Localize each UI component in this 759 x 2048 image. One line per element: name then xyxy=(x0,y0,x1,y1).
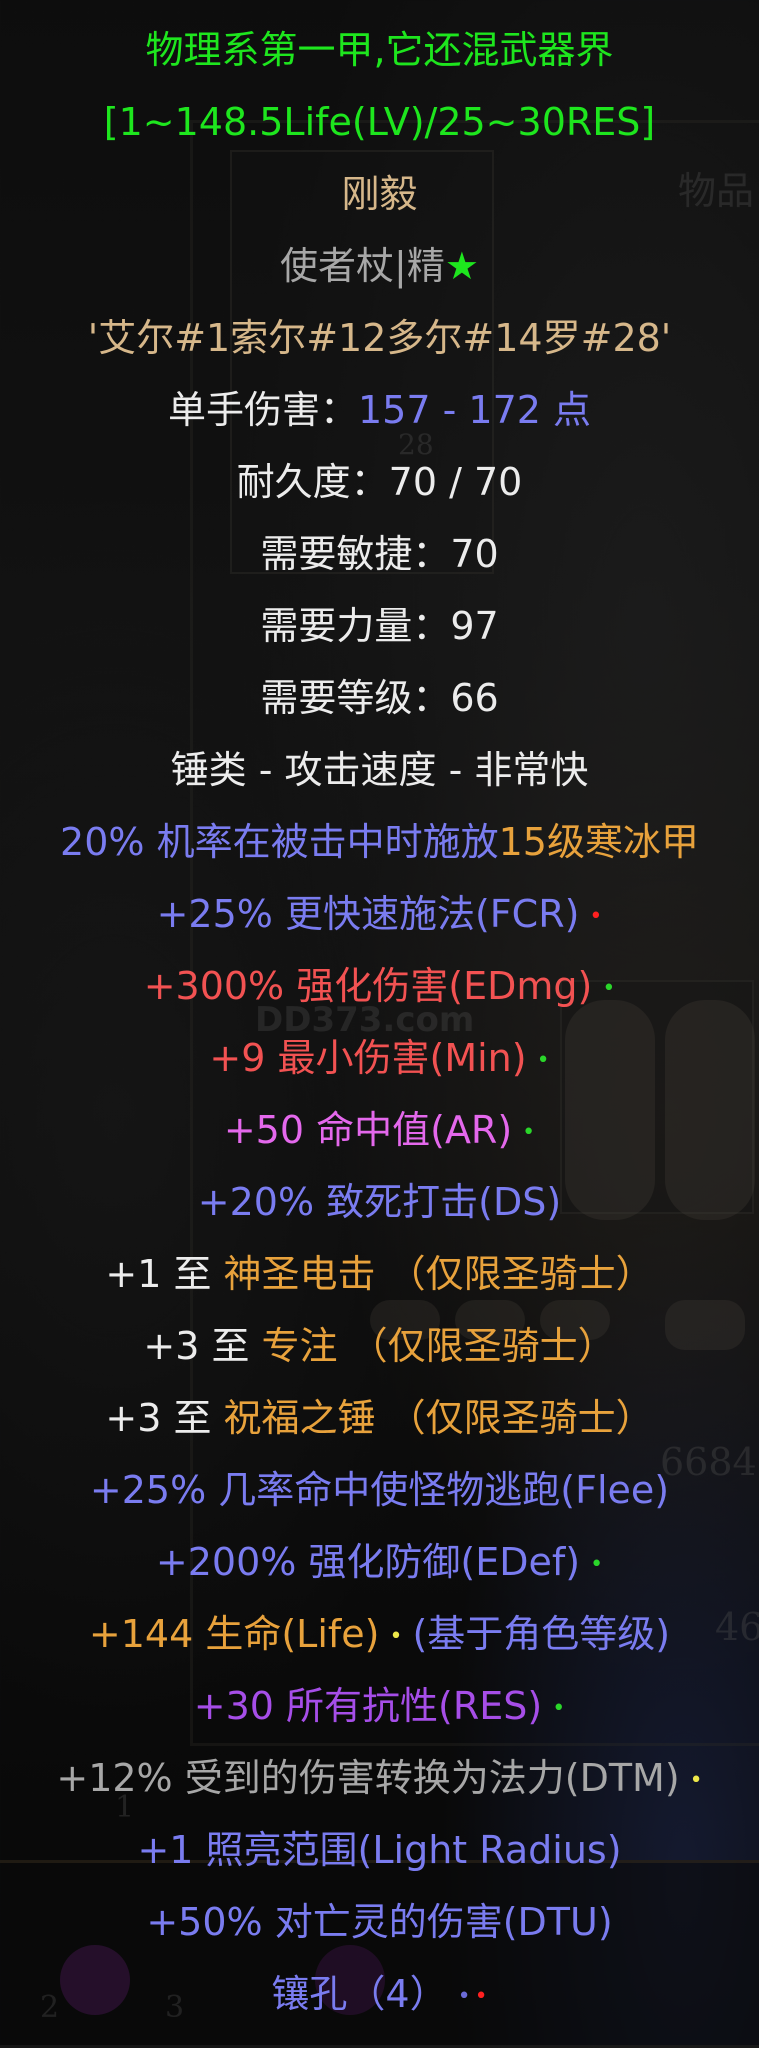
runeword: '艾尔#1索尔#12多尔#14罗#28' xyxy=(87,316,672,360)
stat-edef: +200% 强化防御(EDef) • xyxy=(155,1540,604,1584)
green-dot-icon: • xyxy=(536,1047,550,1073)
one-hand-damage: 单手伤害：157 - 172 点 xyxy=(167,388,592,432)
stat-min: +9 最小伤害(Min) • xyxy=(209,1036,550,1080)
skill-concentration: +3 至 专注 （仅限圣骑士） xyxy=(143,1324,616,1368)
stat-fcr: +25% 更快速施法(FCR) • xyxy=(156,892,603,936)
green-dot-icon: • xyxy=(602,975,616,1001)
stat-edmg: +300% 强化伤害(EDmg) • xyxy=(143,964,616,1008)
req-level: 需要等级：66 xyxy=(260,676,499,720)
stat-dtu: +50% 对亡灵的伤害(DTU) xyxy=(146,1900,613,1944)
skill-blessed-hammer: +3 至 祝福之锤 （仅限圣骑士） xyxy=(105,1396,654,1440)
note-header: 物理系第一甲,它还混武器界 xyxy=(145,28,614,72)
note-stats: [1~148.5Life(LV)/25~30RES] xyxy=(103,100,656,144)
sockets: 镶孔（4） • • xyxy=(271,1972,488,2016)
blue-dot-icon: • xyxy=(457,1983,471,2009)
red-dot-icon: • xyxy=(474,1983,488,2009)
yellow-dot-icon: • xyxy=(689,1767,703,1793)
green-dot-icon: • xyxy=(590,1551,604,1577)
item-tooltip: 物理系第一甲,它还混武器界 [1~148.5Life(LV)/25~30RES]… xyxy=(0,0,759,2045)
red-dot-icon: • xyxy=(589,903,603,929)
item-name: 刚毅 xyxy=(341,172,418,216)
item-base: 使者杖|精★ xyxy=(280,244,479,288)
stat-life: +144 生命(Life) • (基于角色等级) xyxy=(88,1612,671,1656)
req-str: 需要力量：97 xyxy=(260,604,499,648)
stat-dtm: +12% 受到的伤害转换为法力(DTM) • xyxy=(56,1756,703,1800)
green-dot-icon: • xyxy=(552,1695,566,1721)
req-dex: 需要敏捷：70 xyxy=(260,532,499,576)
durability: 耐久度：70 / 70 xyxy=(236,460,523,504)
stat-flee: +25% 几率命中使怪物逃跑(Flee) xyxy=(89,1468,670,1512)
stat-res: +30 所有抗性(RES) • xyxy=(193,1684,566,1728)
proc-chance: 20% 机率在被击中时施放15级寒冰甲 xyxy=(60,820,699,864)
green-dot-icon: • xyxy=(522,1119,536,1145)
skill-holy-shock: +1 至 神圣电击 （仅限圣骑士） xyxy=(105,1252,654,1296)
star-icon: ★ xyxy=(444,244,479,288)
stat-light-radius: +1 照亮范围(Light Radius) xyxy=(137,1828,622,1872)
yellow-dot-icon: • xyxy=(389,1623,403,1649)
attack-speed: 锤类 - 攻击速度 - 非常快 xyxy=(170,748,589,792)
stat-ds: +20% 致死打击(DS) xyxy=(197,1180,562,1224)
stat-ar: +50 命中值(AR) • xyxy=(223,1108,536,1152)
